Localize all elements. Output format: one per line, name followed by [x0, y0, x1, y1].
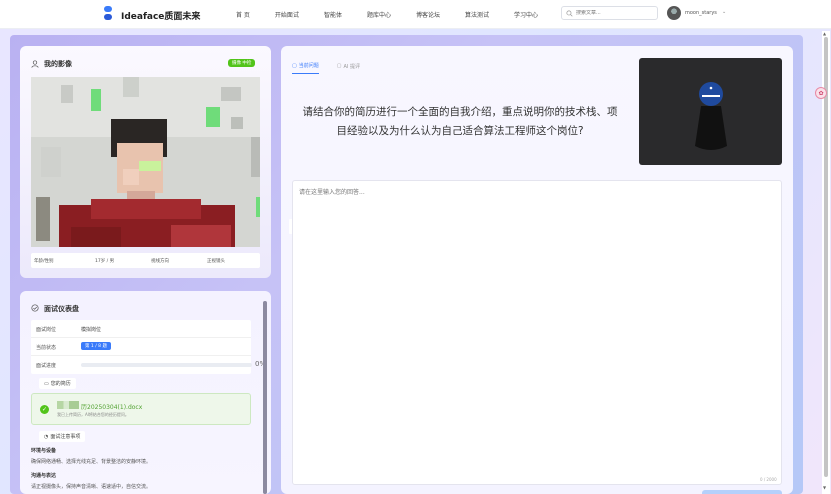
chat-icon: ▢ [292, 62, 297, 69]
row-position: 面试岗位 模拟岗位 [31, 320, 251, 338]
search-box[interactable] [561, 6, 658, 20]
char-counter: 0 / 2000 [760, 477, 777, 482]
notes-section-tag: ◔ 面试注意事项 [39, 431, 86, 442]
info-gaze-label: 视线方向 [151, 259, 169, 264]
window-scrollbar[interactable]: ▲ ▼ [822, 31, 830, 494]
user-avatar[interactable] [667, 6, 681, 20]
resume-file-card[interactable]: ✓ 历20250304(1).docx 我已上传简历，AI将结合您的经历提问。 [31, 393, 251, 425]
dashboard-scrollbar[interactable] [263, 301, 267, 494]
camera-status-badge: 摄像 中检 [228, 59, 256, 67]
resume-section-tag: ▭ 您的简历 [39, 378, 76, 389]
nav-start-interview[interactable]: 开始面试 [275, 10, 299, 19]
blurred-filename-prefix [57, 401, 79, 409]
nav-question-bank[interactable]: 题库中心 [367, 10, 391, 19]
note-text-1: 确保网络通畅、选择光线充足、背景整洁的安静环境。 [31, 459, 152, 465]
comment-icon: ▢ [336, 63, 342, 69]
top-navbar: Ideaface质面未来 首 页 开始面试 智能体 题库中心 博客论坛 算法测试… [0, 0, 831, 29]
dashboard-title: 面试仪表盘 [44, 305, 79, 313]
nav-agent[interactable]: 智能体 [324, 10, 342, 19]
position-label: 面试岗位 [36, 327, 57, 333]
dashboard-table: 面试岗位 模拟岗位 当前状态 第 1 / 8 题 面试进度 0% [31, 320, 266, 374]
status-label: 当前状态 [36, 345, 57, 351]
info-gaze-value: 正视镜头 [207, 259, 225, 264]
tab-current-question[interactable]: ▢ 当前问题 [292, 62, 319, 74]
window-scroll-thumb[interactable] [824, 37, 828, 477]
notes-section-label: 面试注意事项 [50, 434, 81, 440]
resume-section-label: 您的简历 [50, 381, 71, 387]
interviewer-avatar-icon [695, 82, 727, 150]
info-age-gender-label: 年龄/性别 [34, 259, 54, 264]
position-value: 模拟岗位 [81, 327, 102, 333]
progress-label: 面试进度 [36, 363, 57, 369]
note-heading-1: 环境与设备 [31, 448, 57, 454]
camera-pixelated-image [31, 77, 260, 247]
row-progress: 面试进度 0% [31, 356, 266, 374]
brand-logo-icon[interactable] [103, 6, 113, 22]
camera-card-title: 我的影像 [44, 60, 72, 68]
scroll-down-icon[interactable]: ▼ [823, 485, 826, 490]
note-heading-2: 沟通与表达 [31, 473, 57, 479]
search-input[interactable] [576, 10, 656, 16]
tab-ai-review[interactable]: ▢ AI 提评 [337, 62, 360, 74]
bell-icon: ◔ [44, 433, 49, 440]
resume-file-subtitle: 我已上传简历，AI将结合您的经历提问。 [57, 412, 129, 417]
nav-algorithm-test[interactable]: 算法测试 [465, 10, 489, 19]
search-icon [566, 9, 573, 17]
progress-bar [81, 363, 252, 367]
nav-home[interactable]: 首 页 [236, 10, 250, 19]
floating-assistant-icon[interactable]: ✿ [815, 87, 827, 99]
nav-learning-center[interactable]: 学习中心 [514, 10, 538, 19]
username[interactable]: moon_starys [685, 10, 717, 16]
answer-box [292, 180, 782, 485]
tab-ai-review-label: AI 提评 [343, 63, 360, 70]
interview-tabs: ▢ 当前问题 ▢ AI 提评 [292, 62, 378, 74]
resume-file-name[interactable]: 历20250304(1).docx [81, 402, 142, 411]
user-icon [31, 60, 39, 68]
ai-interviewer-video [639, 58, 782, 165]
question-text: 请结合你的简历进行一个全面的自我介绍，重点说明你的技术栈、项目经验以及为什么认为… [302, 106, 618, 137]
submit-button[interactable] [702, 490, 782, 494]
brand-name[interactable]: Ideaface质面未来 [121, 9, 200, 22]
row-status: 当前状态 第 1 / 8 题 [31, 338, 251, 356]
chevron-down-icon[interactable]: ⌄ [722, 9, 726, 15]
status-badge: 第 1 / 8 题 [81, 342, 111, 350]
note-text-2: 请正视摄像头，保持声音清晰、语速适中，自信交流。 [31, 484, 152, 490]
info-age-gender-value: 17岁 / 男 [95, 259, 115, 264]
folder-icon: ▭ [44, 380, 49, 387]
camera-feed [31, 77, 260, 247]
answer-textarea[interactable] [299, 187, 775, 478]
camera-info-bar: 年龄/性别 17岁 / 男 视线方向 正视镜头 [31, 253, 260, 268]
scroll-up-icon[interactable]: ▲ [823, 31, 826, 36]
dashboard-icon [31, 304, 39, 312]
tab-current-question-label: 当前问题 [298, 63, 319, 69]
nav-blog-forum[interactable]: 博客论坛 [416, 10, 440, 19]
nav-links: 首 页 开始面试 智能体 题库中心 博客论坛 算法测试 学习中心 [236, 10, 563, 19]
check-circle-icon: ✓ [40, 405, 49, 414]
